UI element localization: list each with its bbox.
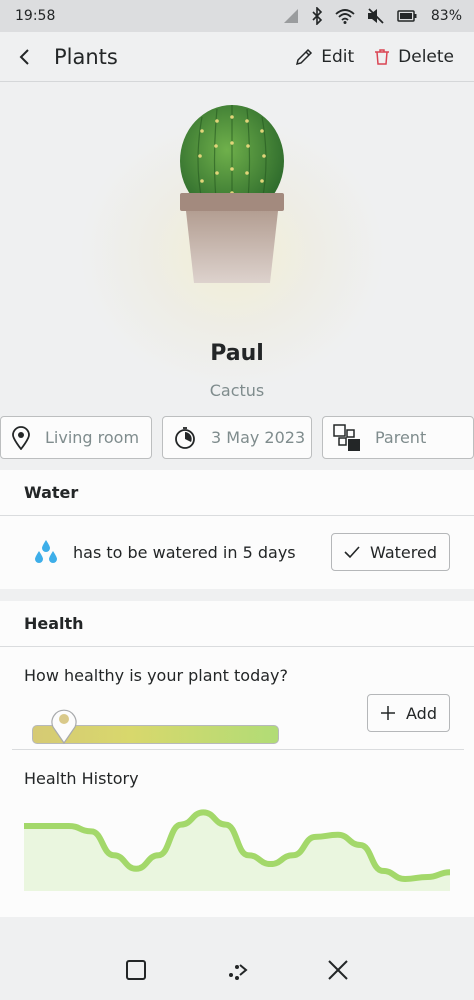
timer-icon [173, 426, 197, 450]
delete-label: Delete [398, 46, 454, 67]
edit-button[interactable]: Edit [295, 47, 354, 67]
plant-hero: Paul Cactus [0, 83, 474, 413]
chevron-left-icon [19, 48, 29, 65]
plus-icon [381, 706, 396, 720]
location-chip[interactable]: Living room [0, 416, 152, 459]
health-card: Health How healthy is your plant today? … [0, 601, 474, 917]
cactus-image [180, 105, 284, 283]
add-health-button[interactable]: Add [367, 694, 450, 732]
watered-button[interactable]: Watered [331, 533, 450, 571]
date-label: 3 May 2023 [211, 428, 306, 447]
plant-name: Paul [210, 341, 264, 366]
close-button[interactable] [318, 950, 358, 990]
back-button[interactable] [0, 32, 50, 82]
close-icon [327, 960, 348, 980]
water-heading: Water [0, 470, 474, 516]
health-heading: Health [0, 601, 474, 647]
page-title: Plants [54, 44, 118, 69]
health-history-label: Health History [24, 769, 139, 788]
water-drops-icon [33, 539, 59, 565]
wifi-icon [335, 9, 355, 24]
status-bar: 19:58 83% [0, 0, 474, 32]
location-label: Living room [45, 428, 140, 447]
water-card: Water has to be watered in 5 days Watere… [0, 470, 474, 589]
parent-label: Parent [375, 428, 427, 447]
mute-icon [367, 8, 384, 24]
checkmark-icon [344, 546, 360, 559]
water-row: has to be watered in 5 days Watered [0, 516, 474, 588]
health-question: How healthy is your plant today? [24, 666, 289, 685]
history-area [24, 812, 450, 891]
watered-label: Watered [370, 542, 437, 562]
parent-chip[interactable]: Parent [322, 416, 474, 459]
system-nav-bar [0, 940, 474, 1000]
overview-button[interactable] [116, 950, 156, 990]
app-header: Plants Edit Delete [0, 32, 474, 82]
health-divider [12, 749, 464, 750]
square-icon [126, 960, 147, 980]
dots-arrow-icon [228, 964, 248, 980]
hierarchy-icon [333, 423, 361, 452]
edit-label: Edit [321, 46, 355, 67]
delete-button[interactable]: Delete [374, 47, 454, 67]
signal-icon [283, 9, 298, 23]
add-label: Add [406, 703, 437, 723]
date-chip[interactable]: 3 May 2023 [162, 416, 312, 459]
status-time: 19:58 [15, 8, 56, 24]
water-message: has to be watered in 5 days [73, 542, 296, 562]
battery-icon [397, 10, 417, 22]
trash-icon [375, 48, 390, 65]
bluetooth-icon [312, 7, 323, 25]
location-pin-icon [11, 425, 31, 450]
pencil-icon [296, 48, 313, 65]
slider-handle[interactable] [50, 705, 78, 745]
home-button[interactable] [217, 950, 257, 990]
health-history-chart [24, 809, 450, 891]
battery-percent: 83% [430, 8, 462, 24]
plant-species: Cactus [209, 381, 265, 400]
